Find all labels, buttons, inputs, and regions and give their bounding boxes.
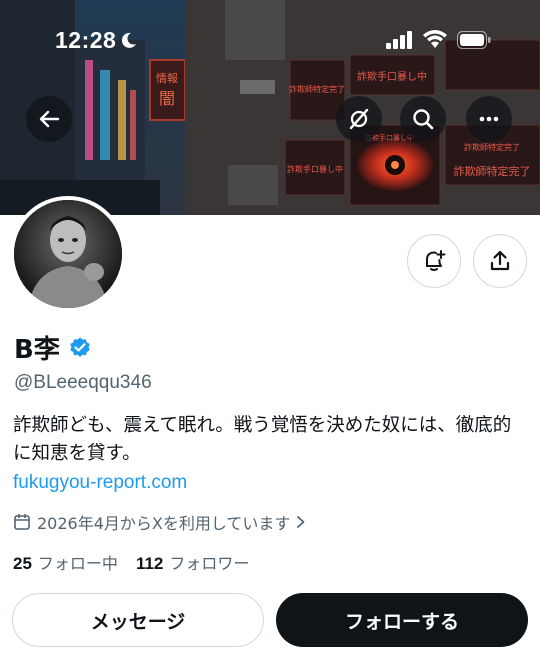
follow-stats: 25 フォロー中 112 フォロワー xyxy=(13,550,249,574)
banner-sign-3: 詐欺手口暴し中 xyxy=(287,164,343,174)
joined-date: 2026年4月からXを利用しています xyxy=(37,514,291,533)
following-count[interactable]: 25 xyxy=(13,554,32,574)
banner-sign-1: 詐欺師特定完了 xyxy=(289,84,345,94)
status-time: 12:28 xyxy=(55,27,117,53)
calendar-icon xyxy=(14,513,30,530)
joined-date-row[interactable]: 2026年4月からXを利用しています xyxy=(13,510,306,534)
share-button[interactable] xyxy=(473,234,527,288)
search-button[interactable] xyxy=(400,96,446,142)
arrow-left-icon xyxy=(39,110,60,128)
wifi-icon xyxy=(423,30,447,48)
verified-badge-icon[interactable] xyxy=(68,336,92,360)
grok-icon xyxy=(349,108,369,130)
avatar[interactable] xyxy=(10,196,126,312)
avatar-portrait xyxy=(14,200,122,308)
message-button[interactable]: メッセージ xyxy=(12,593,264,647)
moon-icon xyxy=(121,32,136,48)
more-button[interactable] xyxy=(466,96,512,142)
name-row: B李 xyxy=(14,329,92,366)
chevron-right-icon xyxy=(297,516,305,528)
followers-count[interactable]: 112 xyxy=(136,554,163,574)
banner-sign-5: 詐欺師特定完了 xyxy=(454,164,531,178)
search-icon xyxy=(413,109,434,130)
grok-button[interactable] xyxy=(336,96,382,142)
back-button[interactable] xyxy=(26,96,72,142)
banner-sign-6: 詐欺師特定完了 xyxy=(464,142,520,152)
handle: @BLeeeqqu346 xyxy=(14,372,152,393)
more-icon xyxy=(479,116,499,122)
bio: 詐欺師ども、震えて眠れ。戦う覚悟を決めた奴には、徹底的に知恵を貸す。 xyxy=(13,415,512,464)
display-name: B李 xyxy=(14,335,60,365)
signal-icon xyxy=(386,31,412,49)
battery-icon xyxy=(457,31,491,49)
website-link[interactable]: fukugyou-report.com xyxy=(13,472,187,494)
bell-plus-icon xyxy=(426,250,446,271)
share-icon xyxy=(490,250,510,271)
follow-button[interactable]: フォローする xyxy=(276,593,528,647)
banner-sign-yami: 闇 xyxy=(159,89,175,108)
notify-button[interactable] xyxy=(407,234,461,288)
following-label[interactable]: フォロー中 xyxy=(38,550,118,574)
status-bar: 12:28 xyxy=(0,0,540,80)
followers-label[interactable]: フォロワー xyxy=(169,550,249,574)
avatar-image xyxy=(14,200,122,308)
